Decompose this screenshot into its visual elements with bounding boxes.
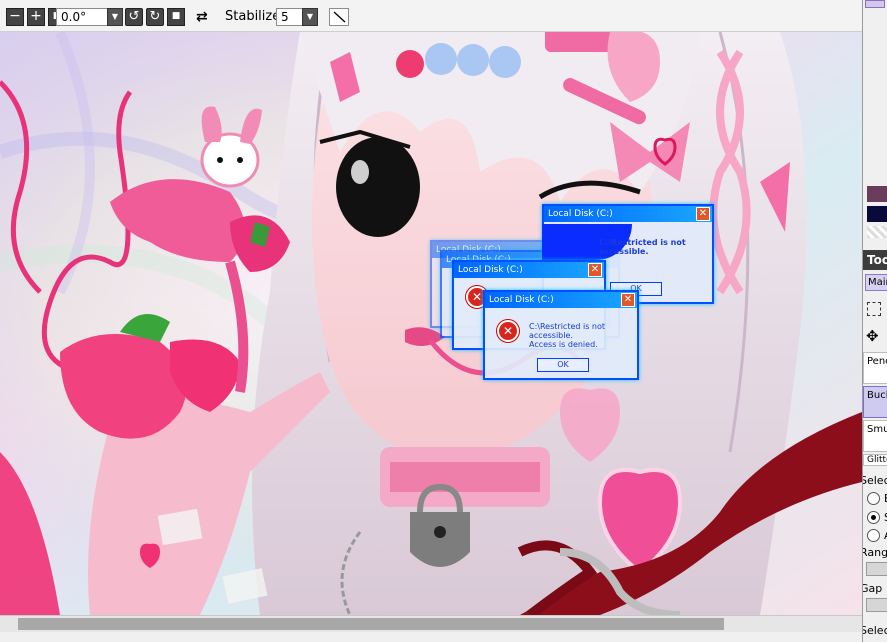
angle-input[interactable]: 0.0° [56, 8, 108, 26]
panel-top-tab[interactable] [865, 0, 885, 8]
range-slider[interactable] [866, 562, 887, 576]
tool-item-label: Pencil [867, 356, 887, 367]
reset-rotation-icon[interactable]: ■ [167, 8, 185, 26]
minus-icon[interactable]: − [6, 8, 24, 26]
rotate-left-icon[interactable]: ↺ [125, 8, 143, 26]
right-panel: Tool Main ✥ Pencil Bucket Smudge Glitter… [862, 0, 887, 642]
close-icon[interactable]: ✕ [696, 207, 710, 221]
tool-item-bucket[interactable]: Bucket [863, 386, 887, 418]
dialog-message: C:\Restricted is not accessible. [599, 238, 686, 256]
status-strip [0, 632, 862, 642]
tool-item-label: Bucket [867, 390, 887, 401]
tool-item-pencil[interactable]: Pencil [863, 352, 887, 384]
rotate-right-icon[interactable]: ↻ [146, 8, 164, 26]
ok-button[interactable]: OK [537, 358, 589, 372]
scrollbar-thumb[interactable] [18, 618, 724, 630]
dialog-message: C:\Restricted is not accessible. [529, 322, 606, 340]
dialog-title: Local Disk (C:) [458, 265, 523, 275]
tool-panel-title: Tool [863, 250, 887, 270]
dialog-title: Local Disk (C:) [548, 209, 613, 219]
close-icon[interactable]: ✕ [588, 263, 602, 277]
move-icon[interactable]: ✥ [866, 327, 879, 345]
tab-main[interactable]: Main [865, 274, 887, 291]
canvas-toolbar: − + ■ 0.0° ▼ ↺ ↻ ■ ⇄ Stabilizer 5 ▼ [0, 0, 862, 32]
close-icon[interactable]: ✕ [621, 293, 635, 307]
color-swatch-transparent[interactable] [867, 226, 887, 238]
select-label: Selec [863, 474, 887, 487]
error-dialog-front[interactable]: Local Disk (C:) ✕ ✕ C:\Restricted is not … [483, 290, 639, 380]
gap-slider[interactable] [866, 598, 887, 612]
dialog-title: Local Disk (C:) [489, 295, 554, 305]
color-swatch-secondary[interactable] [867, 206, 887, 222]
error-icon: ✕ [497, 320, 519, 342]
radio-option-1[interactable] [867, 492, 880, 505]
tool-item-label: Glitter [867, 455, 887, 465]
tool-item-smudge[interactable]: Smudge [863, 420, 887, 452]
radio-option-3[interactable] [867, 529, 880, 542]
radio-option-2[interactable] [867, 511, 880, 524]
radio-selected-dot [871, 515, 876, 520]
horizontal-scrollbar[interactable] [0, 615, 862, 632]
line-tool-icon[interactable] [329, 8, 349, 26]
stabilizer-dropdown-icon[interactable]: ▼ [302, 8, 318, 26]
drawing-canvas[interactable]: Local Disk (C:) Local Disk (C:) Local Di… [0, 32, 862, 615]
range-label: Rang [863, 546, 887, 559]
color-swatch-primary[interactable] [867, 186, 887, 202]
angle-dropdown-icon[interactable]: ▼ [107, 8, 123, 26]
select-label-2: Selec [863, 624, 887, 637]
gap-label: Gap [862, 582, 883, 595]
tool-item-label: Smudge [867, 424, 887, 435]
dialog-detail: Access is denied. [529, 340, 598, 349]
plus-icon[interactable]: + [27, 8, 45, 26]
flip-horizontal-icon[interactable]: ⇄ [196, 9, 208, 25]
select-rect-icon[interactable] [867, 302, 881, 316]
tool-item-glitter[interactable]: Glitter [863, 454, 887, 466]
